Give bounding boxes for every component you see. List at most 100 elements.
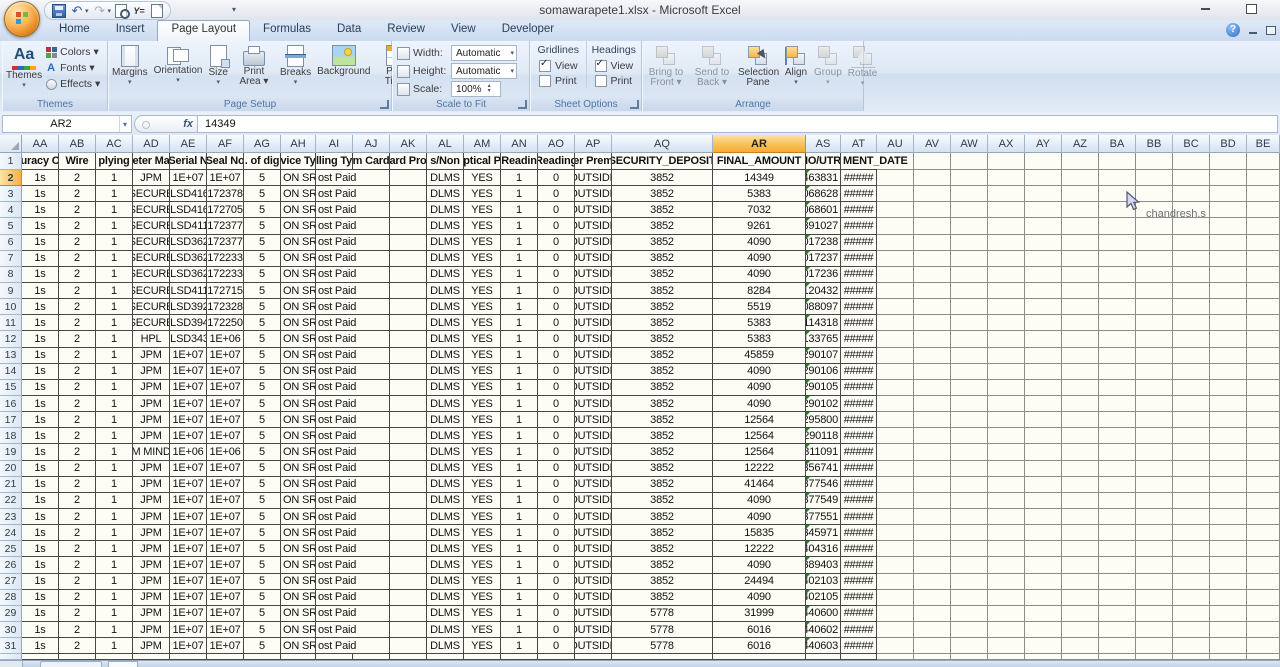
cell-AI8[interactable]: ost Paid [316, 267, 353, 283]
tab-page-layout[interactable]: Page Layout [157, 20, 250, 41]
cell-AD11[interactable]: SECURE [133, 315, 170, 331]
cell-AL10[interactable]: DLMS [427, 299, 464, 315]
cell-AF18[interactable]: 1E+07 [207, 428, 244, 444]
cell[interactable] [1247, 251, 1280, 267]
cell[interactable] [1247, 412, 1280, 428]
selection-pane-button[interactable]: Selection Pane [735, 41, 781, 88]
cell-AT19[interactable]: ##### [841, 444, 877, 460]
cell[interactable] [1025, 235, 1062, 251]
cell[interactable] [951, 218, 988, 234]
cell[interactable] [877, 348, 914, 364]
cell-AH12[interactable]: ON SRB [281, 331, 316, 347]
cell-AE15[interactable]: 1E+07 [170, 380, 207, 396]
cell-AC26[interactable]: 1 [96, 557, 133, 573]
cell-AR8[interactable]: 4090 [713, 267, 806, 283]
cell[interactable] [1173, 606, 1210, 622]
column-header-AF[interactable]: AF [207, 135, 244, 153]
cell-AS26[interactable]: 389403 [806, 557, 841, 573]
cell[interactable] [1247, 428, 1280, 444]
cell-AD25[interactable]: JPM [133, 541, 170, 557]
cell-AE16[interactable]: 1E+07 [170, 396, 207, 412]
cell-AE31[interactable]: 1E+07 [170, 638, 207, 654]
cell[interactable] [353, 606, 390, 622]
cell[interactable] [988, 364, 1025, 380]
fonts-button[interactable]: AFonts▾ [45, 61, 100, 75]
cell[interactable] [1247, 461, 1280, 477]
cell-AL16[interactable]: DLMS [427, 396, 464, 412]
cell[interactable] [1136, 348, 1173, 364]
checkbox-icon[interactable] [539, 75, 551, 87]
column-header-BE[interactable]: BE [1247, 135, 1280, 153]
cell-AS29[interactable]: 440600 [806, 606, 841, 622]
cell-AB11[interactable]: 2 [59, 315, 96, 331]
cell-AN16[interactable]: 1 [501, 396, 538, 412]
column-header-AU[interactable]: AU [877, 135, 914, 153]
cell-AH16[interactable]: ON SRB [281, 396, 316, 412]
cell[interactable] [951, 315, 988, 331]
cell-AD3[interactable]: SECURE [133, 186, 170, 202]
cell-AH13[interactable]: ON SRB [281, 348, 316, 364]
cell[interactable] [353, 267, 390, 283]
column-header-AH[interactable]: AH [281, 135, 316, 153]
cell[interactable] [1062, 493, 1099, 509]
cell[interactable] [1136, 396, 1173, 412]
insert-function-button[interactable]: fx [134, 115, 203, 133]
cell-AE5[interactable]: ILSD411 [170, 218, 207, 234]
cell[interactable] [951, 493, 988, 509]
cell-AC22[interactable]: 1 [96, 493, 133, 509]
select-all-corner[interactable] [0, 135, 22, 153]
cell[interactable] [877, 331, 914, 347]
cell[interactable] [914, 461, 951, 477]
cell-AH21[interactable]: ON SRB [281, 477, 316, 493]
cell[interactable] [1025, 315, 1062, 331]
cell-AE29[interactable]: 1E+07 [170, 606, 207, 622]
cell[interactable] [877, 170, 914, 186]
cell-AG24[interactable]: 5 [244, 525, 281, 541]
cell-AE30[interactable]: 1E+07 [170, 622, 207, 638]
cell-AO1[interactable]: Reading [538, 153, 575, 170]
cell-AL17[interactable]: DLMS [427, 412, 464, 428]
cell-AT13[interactable]: ##### [841, 348, 877, 364]
cell-AD5[interactable]: SECURE [133, 218, 170, 234]
cell-AI26[interactable]: ost Paid [316, 557, 353, 573]
cell-AH30[interactable]: ON SRB [281, 622, 316, 638]
cell[interactable] [951, 525, 988, 541]
cell-AI5[interactable]: ost Paid [316, 218, 353, 234]
cell-AP30[interactable]: OUTSIDE [575, 622, 612, 638]
row-header-19[interactable]: 19 [0, 444, 22, 460]
cell[interactable] [1210, 590, 1247, 606]
cell[interactable] [988, 461, 1025, 477]
align-button[interactable]: Align▾ [781, 41, 811, 86]
cell-AM6[interactable]: YES [464, 235, 501, 251]
cell-AR21[interactable]: 41464 [713, 477, 806, 493]
cell[interactable] [1210, 186, 1247, 202]
cell[interactable] [1210, 170, 1247, 186]
cell[interactable] [877, 235, 914, 251]
cell-AE23[interactable]: 1E+07 [170, 509, 207, 525]
cell-AN14[interactable]: 1 [501, 364, 538, 380]
cell-AD21[interactable]: JPM [133, 477, 170, 493]
column-header-AA[interactable]: AA [22, 135, 59, 153]
cell-AA25[interactable]: 1s [22, 541, 59, 557]
cell-AF2[interactable]: 1E+07 [207, 170, 244, 186]
cell[interactable] [1210, 622, 1247, 638]
cell[interactable] [1247, 444, 1280, 460]
cell[interactable] [1210, 606, 1247, 622]
cell-AS31[interactable]: 440603 [806, 638, 841, 654]
cell[interactable] [1062, 541, 1099, 557]
cell[interactable] [1025, 428, 1062, 444]
cell-AQ5[interactable]: 3852 [612, 218, 713, 234]
cell[interactable] [390, 509, 427, 525]
cell[interactable] [1173, 477, 1210, 493]
row-header-30[interactable]: 30 [0, 622, 22, 638]
cell[interactable] [1247, 186, 1280, 202]
cell-AA4[interactable]: 1s [22, 202, 59, 218]
cell-AM30[interactable]: YES [464, 622, 501, 638]
cell[interactable] [1247, 525, 1280, 541]
cell-AP12[interactable]: OUTSIDE [575, 331, 612, 347]
cell-AN7[interactable]: 1 [501, 251, 538, 267]
cell-AB10[interactable]: 2 [59, 299, 96, 315]
cell[interactable] [1025, 364, 1062, 380]
cell-AP1[interactable]: er Prem [575, 153, 612, 170]
cell-AT22[interactable]: ##### [841, 493, 877, 509]
